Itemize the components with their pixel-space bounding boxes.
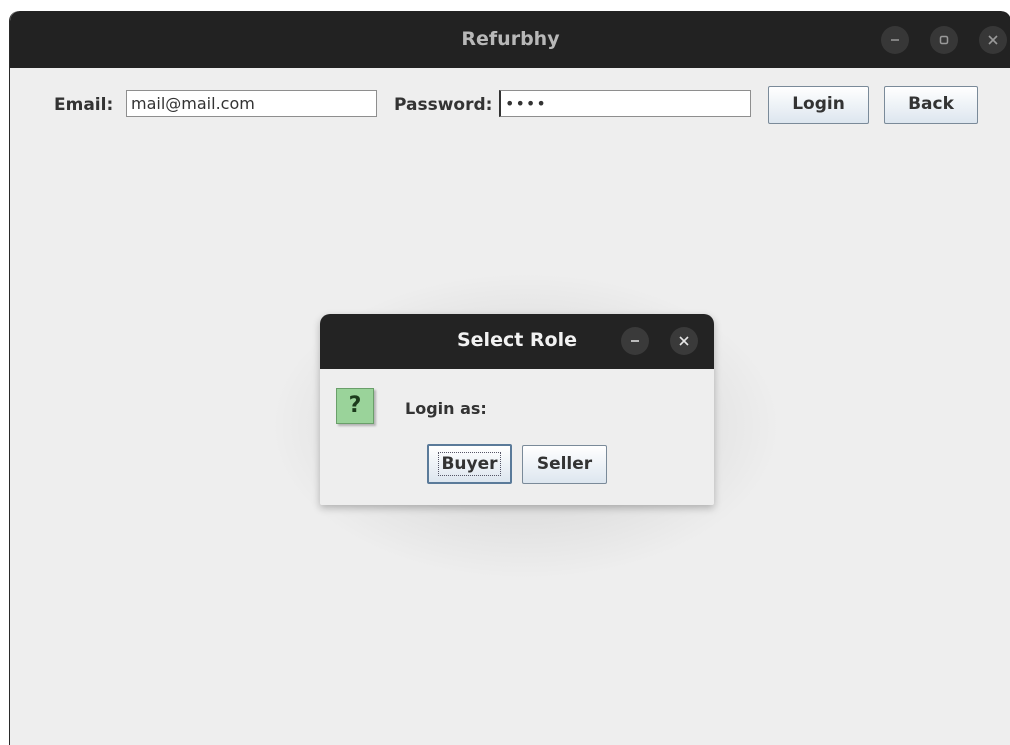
title-bar[interactable]: Refurbhy [10,11,1010,68]
dialog-minimize-icon[interactable] [621,327,649,355]
dialog-message: Login as: [405,399,487,418]
question-icon: ? [336,388,374,424]
close-icon[interactable] [979,26,1007,54]
password-field[interactable]: •••• [499,90,751,117]
window-title: Refurbhy [461,28,560,50]
buyer-button[interactable]: Buyer [427,444,512,484]
back-button[interactable]: Back [884,86,978,124]
minimize-icon[interactable] [881,26,909,54]
login-button[interactable]: Login [768,86,869,124]
dialog-title-bar[interactable]: Select Role [320,314,714,369]
email-field[interactable]: mail@mail.com [126,90,377,117]
login-form: Email: mail@mail.com Password: •••• Logi… [10,86,1010,125]
password-label: Password: [394,95,493,115]
dialog-close-icon[interactable] [670,327,698,355]
select-role-dialog: Select Role ? Login as: Buyer Seller [320,314,714,505]
main-window: Refurbhy Email: mail@mail.com Password: … [9,11,1010,745]
maximize-icon[interactable] [930,26,958,54]
seller-button[interactable]: Seller [522,445,607,484]
email-label: Email: [54,95,114,115]
dialog-title: Select Role [456,329,577,351]
buyer-button-label: Buyer [438,452,501,476]
